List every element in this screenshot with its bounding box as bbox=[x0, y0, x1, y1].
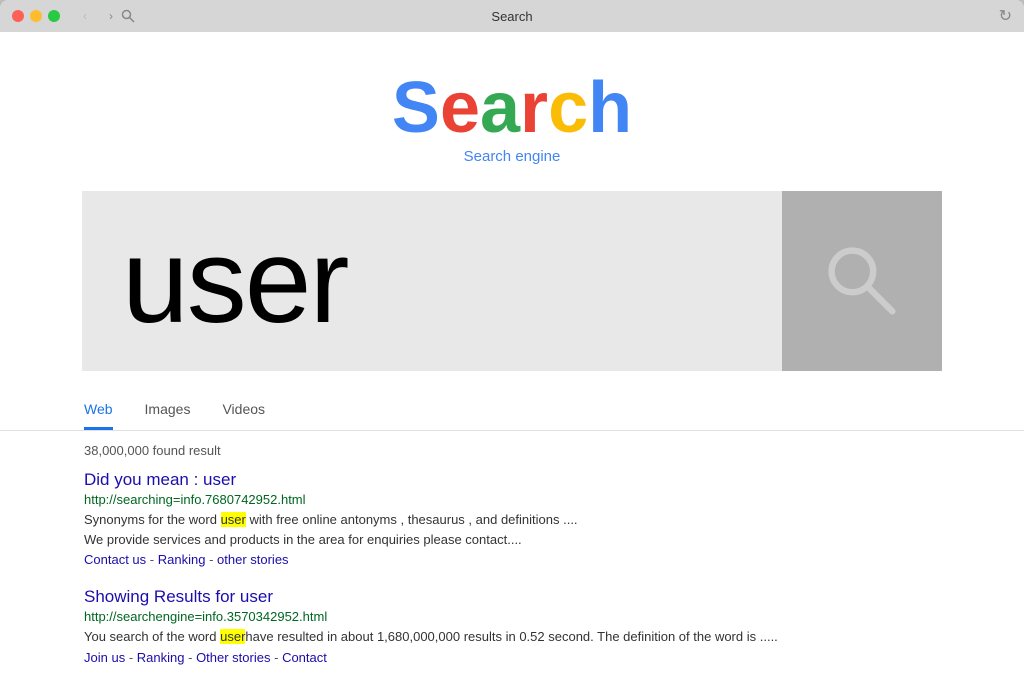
browser-nav: ‹ › bbox=[76, 7, 120, 25]
address-bar-search-icon bbox=[120, 8, 136, 24]
tab-videos[interactable]: Videos bbox=[222, 401, 265, 430]
logo-letter-e: e bbox=[440, 68, 480, 148]
result-title[interactable]: Did you mean : user bbox=[84, 470, 940, 490]
result-count: 38,000,000 found result bbox=[84, 443, 940, 458]
forward-button[interactable]: › bbox=[102, 7, 120, 25]
result-link-ranking[interactable]: Ranking bbox=[158, 552, 206, 567]
search-bar-area: user bbox=[82, 191, 942, 371]
snippet2-after: have resulted in about 1,680,000,000 res… bbox=[245, 629, 777, 644]
snippet-before: Synonyms for the word bbox=[84, 512, 221, 527]
search-query: user bbox=[122, 212, 347, 350]
maximize-button[interactable] bbox=[48, 10, 60, 22]
logo-letter-c: c bbox=[548, 68, 588, 148]
close-button[interactable] bbox=[12, 10, 24, 22]
minimize-button[interactable] bbox=[30, 10, 42, 22]
snippet-highlight: user bbox=[221, 512, 246, 527]
search-button[interactable] bbox=[782, 191, 942, 371]
result-tabs: Web Images Videos bbox=[0, 387, 1024, 431]
result-link-contact[interactable]: Contact us bbox=[84, 552, 146, 567]
logo-letter-a: a bbox=[480, 68, 520, 148]
result-link2-ranking[interactable]: Ranking bbox=[137, 650, 185, 665]
result-snippet-2: You search of the word userhave resulted… bbox=[84, 627, 940, 647]
result-link2-contact[interactable]: Contact bbox=[282, 650, 327, 665]
logo: Search bbox=[0, 72, 1024, 144]
result-title-2[interactable]: Showing Results for user bbox=[84, 587, 940, 607]
reload-button[interactable]: ↻ bbox=[999, 6, 1012, 26]
result-item: Showing Results for user http://searchen… bbox=[84, 587, 940, 665]
search-input-display[interactable]: user bbox=[82, 191, 782, 371]
browser-content: Search Search engine user Web bbox=[0, 32, 1024, 675]
tab-title: Search bbox=[491, 9, 532, 24]
link-separator: - bbox=[209, 552, 217, 567]
logo-letter-r: r bbox=[520, 68, 548, 148]
page: Search Search engine user Web bbox=[0, 32, 1024, 675]
title-bar: ‹ › Search ↻ bbox=[0, 0, 1024, 32]
logo-letter-h: h bbox=[588, 68, 632, 148]
result-link2-other[interactable]: Other stories bbox=[196, 650, 270, 665]
search-icon bbox=[822, 241, 902, 321]
logo-letter-s: S bbox=[392, 68, 440, 148]
link-separator: - bbox=[274, 650, 282, 665]
result-links: Contact us - Ranking - other stories bbox=[84, 552, 940, 567]
result-link2-join[interactable]: Join us bbox=[84, 650, 125, 665]
snippet-line2: We provide services and products in the … bbox=[84, 532, 522, 547]
tab-bar: Search bbox=[491, 9, 532, 24]
result-snippet: Synonyms for the word user with free onl… bbox=[84, 510, 940, 549]
logo-subtitle: Search engine bbox=[0, 148, 1024, 165]
tab-images[interactable]: Images bbox=[145, 401, 191, 430]
browser-window: ‹ › Search ↻ Search Search engine bbox=[0, 0, 1024, 675]
logo-area: Search Search engine bbox=[0, 32, 1024, 175]
result-links-2: Join us - Ranking - Other stories - Cont… bbox=[84, 650, 940, 665]
back-button[interactable]: ‹ bbox=[76, 7, 94, 25]
snippet2-before: You search of the word bbox=[84, 629, 220, 644]
result-link-other[interactable]: other stories bbox=[217, 552, 289, 567]
result-item: Did you mean : user http://searching=inf… bbox=[84, 470, 940, 567]
snippet2-highlight: user bbox=[220, 629, 245, 644]
result-url-2[interactable]: http://searchengine=info.3570342952.html bbox=[84, 609, 940, 624]
result-url[interactable]: http://searching=info.7680742952.html bbox=[84, 492, 940, 507]
tab-web[interactable]: Web bbox=[84, 401, 113, 430]
link-separator: - bbox=[150, 552, 158, 567]
results-area: 38,000,000 found result Did you mean : u… bbox=[0, 431, 1024, 665]
traffic-lights bbox=[12, 10, 60, 22]
link-separator: - bbox=[188, 650, 196, 665]
link-separator: - bbox=[129, 650, 137, 665]
snippet-after: with free online antonyms , thesaurus , … bbox=[246, 512, 578, 527]
